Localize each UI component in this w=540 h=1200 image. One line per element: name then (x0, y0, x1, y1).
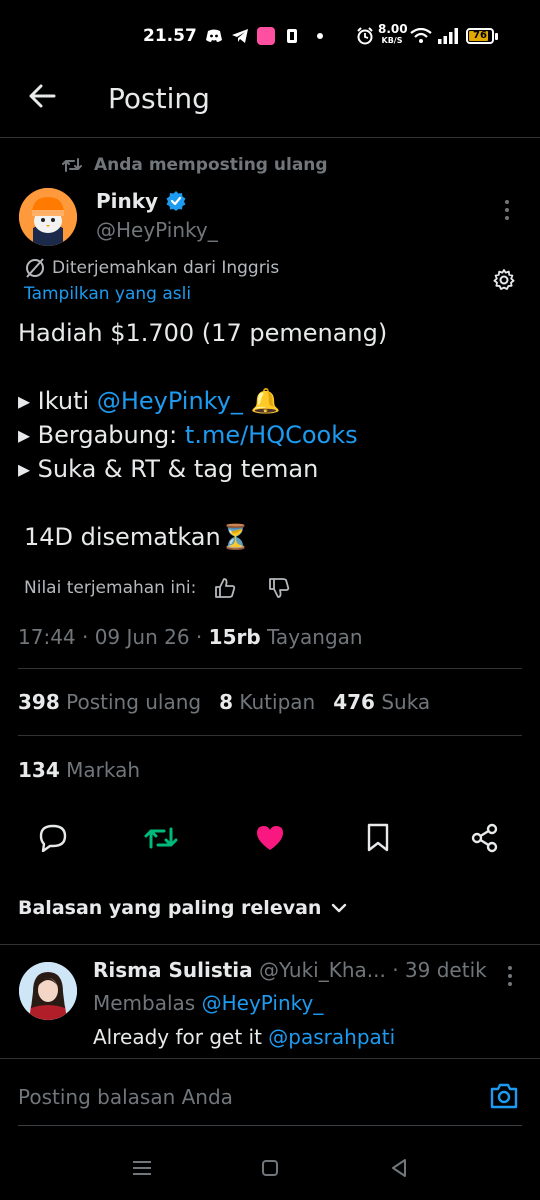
status-time: 21.57 (143, 26, 197, 46)
notification-icon (282, 26, 302, 46)
camera-icon[interactable] (489, 1082, 519, 1112)
replies-divider (0, 944, 540, 945)
thumbs-up-icon[interactable] (214, 578, 236, 598)
replies-sort-dropdown[interactable]: Balasan yang paling relevan (18, 897, 347, 919)
mention-link[interactable]: @HeyPinky_ (97, 387, 243, 415)
repost-notice: Anda memposting ulang (62, 155, 328, 175)
telegram-link[interactable]: t.me/HQCooks (185, 421, 358, 449)
reply-author-handle[interactable]: @Yuki_Kha... (259, 958, 386, 982)
repost-small-icon (62, 158, 82, 172)
telegram-icon (230, 26, 250, 46)
tweet-meta: 17:44 · 09 Jun 26 · 15rb Tayangan (18, 625, 363, 649)
quotes-stat[interactable]: 8 Kutipan (219, 690, 315, 714)
page-title: Posting (108, 82, 210, 115)
repost-button[interactable] (144, 821, 178, 855)
replying-to-handle[interactable]: @HeyPinky_ (202, 991, 324, 1015)
repost-icon (144, 827, 178, 849)
status-bar: 21.57 8.00 KB/S 76 (0, 0, 540, 72)
author-avatar[interactable] (19, 188, 77, 246)
settings-gear-icon[interactable] (492, 268, 516, 292)
bookmark-button[interactable] (361, 821, 395, 855)
reply-header: Risma Sulistia @Yuki_Kha... · 39 detik (93, 958, 493, 982)
network-speed: 8.00 KB/S (378, 22, 408, 45)
dot-icon (312, 26, 328, 46)
bookmarks-stat[interactable]: 134 Markah (18, 758, 140, 782)
app-icon (256, 26, 276, 46)
alarm-icon (355, 26, 375, 46)
rate-translation: Nilai terjemahan ini: (24, 578, 290, 598)
tweet-line-like: ▸ Suka & RT & tag teman (18, 455, 319, 483)
tweet-line-1: Hadiah $1.700 (17 pemenang) (18, 319, 388, 347)
like-button[interactable] (253, 821, 287, 855)
reply-text: Already for get it @pasrahpati (93, 1025, 396, 1049)
translate-icon (26, 258, 44, 278)
reply-mention[interactable]: @pasrahpati (268, 1025, 395, 1049)
bookmark-icon (367, 823, 389, 852)
reply-time: · 39 detik (392, 958, 487, 982)
back-button[interactable] (28, 83, 58, 111)
discord-icon (204, 26, 224, 46)
author-name[interactable]: Pinky (96, 189, 186, 213)
compose-underline (18, 1125, 522, 1126)
back-nav-icon[interactable] (389, 1158, 409, 1178)
tweet-line-pinned: 14D disematkan⏳ (24, 523, 251, 551)
thumbs-down-icon[interactable] (268, 578, 290, 598)
tweet-line-follow: ▸ Ikuti @HeyPinky_ 🔔 (18, 387, 281, 415)
translation-notice: Diterjemahkan dari Inggris (24, 258, 279, 278)
system-nav-bar (0, 1140, 540, 1200)
share-button[interactable] (468, 821, 502, 855)
home-icon[interactable] (260, 1158, 280, 1178)
reply-avatar[interactable] (19, 962, 77, 1020)
likes-stat[interactable]: 476 Suka (333, 690, 430, 714)
reply-icon (39, 824, 67, 852)
tweet-body: Hadiah $1.700 (17 pemenang) ▸ Ikuti @Hey… (18, 316, 387, 554)
stats-divider (18, 735, 522, 736)
wifi-icon (409, 26, 433, 46)
reply-more-options-icon[interactable] (507, 966, 513, 986)
reply-button[interactable] (36, 821, 70, 855)
arrow-left-icon (29, 84, 56, 108)
meta-divider (18, 668, 522, 669)
share-icon (471, 823, 498, 853)
recent-apps-icon[interactable] (131, 1159, 153, 1177)
replying-to: Membalas @HeyPinky_ (93, 991, 324, 1015)
chevron-down-icon (332, 903, 347, 913)
reply-compose-input[interactable]: Posting balasan Anda (18, 1085, 233, 1109)
show-original-link[interactable]: Tampilkan yang asli (24, 284, 191, 304)
verified-badge-icon (166, 191, 186, 211)
more-options-icon[interactable] (504, 200, 510, 220)
header-divider (0, 137, 540, 138)
heart-icon (257, 826, 283, 850)
reply-author-name[interactable]: Risma Sulistia (93, 958, 253, 982)
battery-icon: 76 (465, 26, 499, 46)
signal-icon (436, 26, 460, 46)
engagement-stats: 398 Posting ulang 8 Kutipan 476 Suka (18, 690, 430, 714)
reposts-stat[interactable]: 398 Posting ulang (18, 690, 201, 714)
compose-divider (0, 1058, 540, 1059)
author-handle[interactable]: @HeyPinky_ (96, 218, 218, 242)
action-bar (0, 815, 540, 861)
tweet-line-join: ▸ Bergabung: t.me/HQCooks (18, 421, 358, 449)
